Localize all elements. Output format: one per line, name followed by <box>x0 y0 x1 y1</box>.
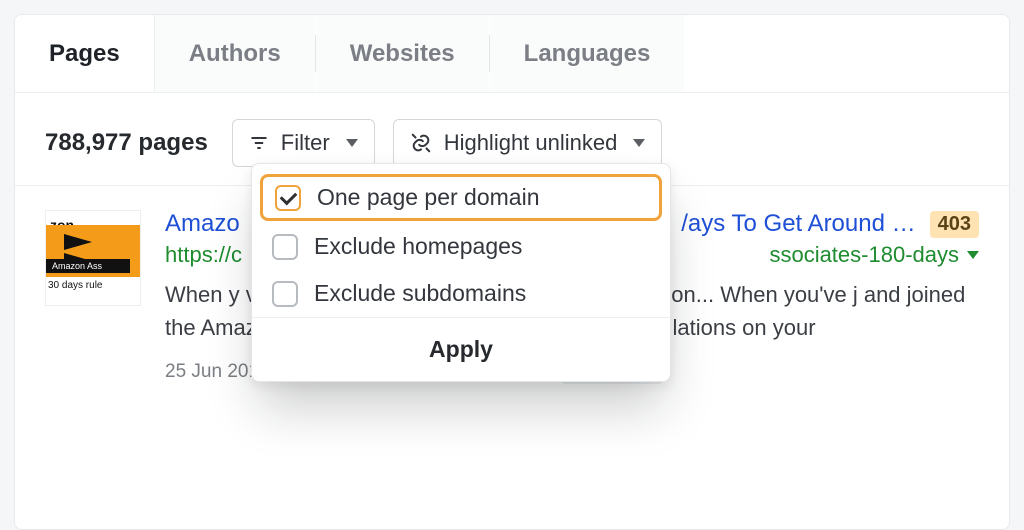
apply-button[interactable]: Apply <box>252 317 670 381</box>
tab-label: Authors <box>189 40 281 68</box>
checkbox-icon[interactable] <box>272 234 298 260</box>
highlight-unlinked-button[interactable]: Highlight unlinked <box>393 119 663 167</box>
tabs-bar: Pages Authors Websites Languages <box>15 15 1009 93</box>
unlinked-icon <box>410 132 432 154</box>
tab-pages[interactable]: Pages <box>15 15 155 92</box>
filter-button[interactable]: Filter <box>232 119 375 167</box>
tab-label: Pages <box>49 40 120 68</box>
toolbar: 788,977 pages Filter Highlight unlinked … <box>15 93 1009 185</box>
filter-dropdown: One page per domain Exclude homepages Ex… <box>251 163 671 382</box>
filter-label: Filter <box>281 130 330 156</box>
tab-label: Websites <box>350 40 455 68</box>
tab-websites[interactable]: Websites <box>316 15 489 92</box>
chevron-down-icon[interactable] <box>967 251 979 259</box>
option-label: Exclude subdomains <box>314 280 526 307</box>
option-label: One page per domain <box>317 184 540 211</box>
result-title-link[interactable]: Amazo <box>165 210 240 238</box>
tab-languages[interactable]: Languages <box>490 15 685 92</box>
filter-option-one-page-per-domain[interactable]: One page per domain <box>260 174 662 221</box>
dr-badge: 403 <box>930 211 979 238</box>
thumb-bar: Amazon Ass <box>46 259 130 273</box>
highlight-label: Highlight unlinked <box>444 130 618 156</box>
filter-option-exclude-homepages[interactable]: Exclude homepages <box>252 223 670 270</box>
checkbox-icon[interactable] <box>272 281 298 307</box>
result-thumbnail: zon Amazon Ass 30 days rule <box>45 210 141 306</box>
checkbox-icon[interactable] <box>275 185 301 211</box>
tab-authors[interactable]: Authors <box>155 15 315 92</box>
option-label: Exclude homepages <box>314 233 522 260</box>
results-count: 788,977 pages <box>45 129 208 157</box>
tab-label: Languages <box>524 40 651 68</box>
chevron-down-icon <box>346 139 358 147</box>
result-title-link[interactable]: /ays To Get Around … <box>681 210 915 238</box>
arrow-right-icon <box>64 234 92 250</box>
thumb-subtext: 30 days rule <box>48 280 102 291</box>
apply-label: Apply <box>429 336 493 362</box>
filter-icon <box>249 133 269 153</box>
filter-option-exclude-subdomains[interactable]: Exclude subdomains <box>252 270 670 317</box>
content-panel: Pages Authors Websites Languages 788,977… <box>14 14 1010 530</box>
chevron-down-icon <box>633 139 645 147</box>
